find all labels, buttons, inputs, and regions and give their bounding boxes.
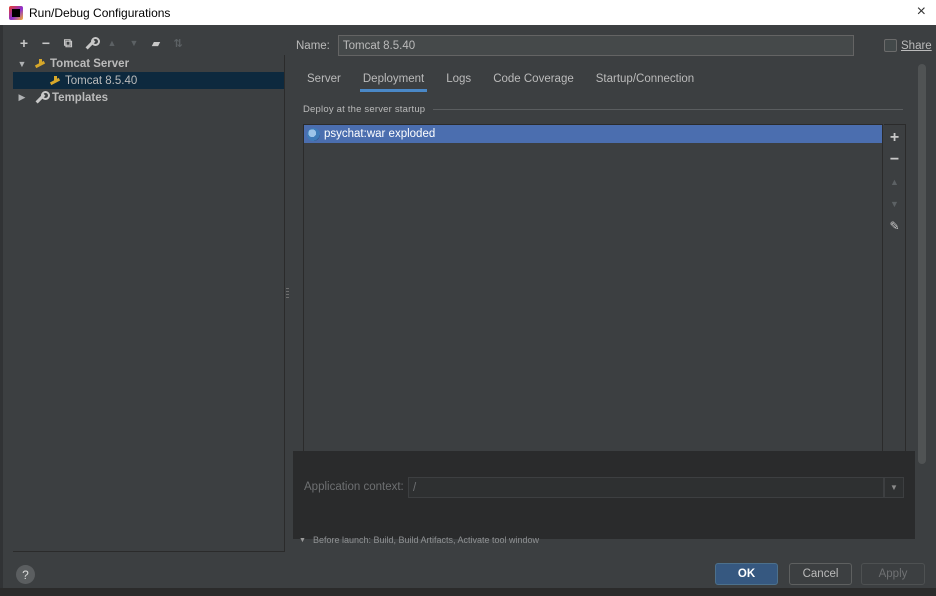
close-icon[interactable]: ×	[917, 3, 926, 21]
background-edge	[0, 25, 3, 588]
move-up-icon[interactable]: ▲	[884, 171, 906, 193]
apply-button[interactable]: Apply	[861, 563, 925, 585]
tomcat-icon	[34, 58, 46, 70]
sort-icon[interactable]: ⇅	[167, 32, 189, 54]
collapsed-arrow-icon[interactable]: ▶	[16, 92, 28, 103]
before-launch-section[interactable]: ▼ Before launch: Build, Build Artifacts,…	[299, 535, 539, 545]
section-title-text: Deploy at the server startup	[303, 104, 426, 115]
remove-icon[interactable]: −	[884, 149, 906, 171]
app-context-label: Application context:	[304, 481, 404, 493]
tab-logs[interactable]: Logs	[435, 68, 482, 92]
add-icon[interactable]: +	[884, 127, 906, 149]
splitter-handle[interactable]	[286, 288, 289, 300]
share-checkbox-row[interactable]: Share	[884, 39, 932, 52]
tomcat-icon	[49, 75, 61, 87]
vertical-scrollbar[interactable]	[918, 64, 926, 464]
wrench-icon	[34, 91, 50, 104]
tab-server[interactable]: Server	[296, 68, 352, 92]
deployment-list[interactable]: psychat:war exploded	[303, 124, 883, 464]
wrench-icon[interactable]	[79, 32, 101, 54]
share-checkbox[interactable]	[884, 39, 897, 52]
tab-startup-connection[interactable]: Startup/Connection	[585, 68, 705, 92]
cancel-button[interactable]: Cancel	[789, 563, 852, 585]
folder-icon[interactable]: ▰	[145, 32, 167, 54]
name-row: Name: Tomcat 8.5.40	[296, 35, 854, 56]
edit-icon[interactable]: ✎	[884, 215, 906, 237]
config-toolbar: + − ⧉ ▲ ▼ ▰ ⇅	[13, 32, 285, 54]
ok-button[interactable]: OK	[715, 563, 778, 585]
add-icon[interactable]: +	[13, 32, 35, 54]
help-button[interactable]: ?	[16, 565, 35, 584]
title-bar: Run/Debug Configurations ×	[0, 0, 936, 25]
move-down-icon[interactable]: ▼	[123, 32, 145, 54]
background-editor-strip	[0, 588, 936, 596]
name-label: Name:	[296, 39, 330, 52]
expand-arrow-icon[interactable]: ▼	[299, 537, 306, 544]
tree-item-templates[interactable]: ▶ Templates	[13, 89, 284, 106]
config-tabs: Server Deployment Logs Code Coverage Sta…	[296, 68, 705, 92]
remove-icon[interactable]: −	[35, 32, 57, 54]
artifact-icon	[307, 127, 320, 141]
tree-item-tomcat-config[interactable]: Tomcat 8.5.40	[13, 72, 284, 89]
tab-code-coverage[interactable]: Code Coverage	[482, 68, 585, 92]
move-down-icon[interactable]: ▼	[884, 193, 906, 215]
configuration-tree: ▼ Tomcat Server Tomcat 8.5.40 ▶ Template…	[13, 55, 285, 552]
tree-group-label: Tomcat Server	[50, 57, 130, 70]
expanded-arrow-icon[interactable]: ▼	[16, 59, 28, 69]
share-label: Share	[901, 39, 932, 52]
artifact-label: psychat:war exploded	[324, 128, 436, 140]
move-up-icon[interactable]: ▲	[101, 32, 123, 54]
name-input[interactable]: Tomcat 8.5.40	[337, 35, 854, 56]
section-divider	[433, 109, 903, 110]
tree-config-label: Tomcat 8.5.40	[65, 74, 138, 87]
tree-templates-label: Templates	[52, 91, 109, 104]
window-title: Run/Debug Configurations	[29, 5, 171, 20]
tab-deployment[interactable]: Deployment	[352, 68, 435, 92]
deploy-section-title: Deploy at the server startup	[303, 104, 903, 115]
app-context-input[interactable]: /	[408, 477, 884, 498]
deployment-side-toolbar: + − ▲ ▼ ✎	[884, 124, 906, 464]
chevron-down-icon[interactable]: ▼	[884, 477, 904, 498]
intellij-app-icon	[9, 5, 23, 20]
before-launch-text: Before launch: Build, Build Artifacts, A…	[312, 535, 540, 545]
list-item[interactable]: psychat:war exploded	[304, 125, 882, 143]
tree-item-tomcat-server[interactable]: ▼ Tomcat Server	[13, 55, 284, 72]
copy-icon[interactable]: ⧉	[57, 32, 79, 54]
